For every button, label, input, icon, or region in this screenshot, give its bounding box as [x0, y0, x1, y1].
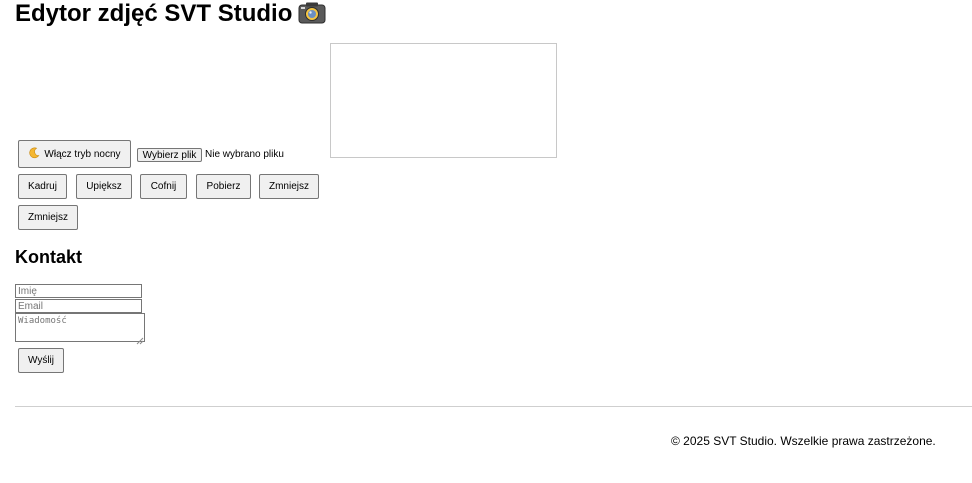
name-input[interactable] [15, 284, 142, 298]
undo-button[interactable]: Cofnij [140, 174, 187, 199]
crop-button[interactable]: Kadruj [18, 174, 67, 199]
page-title: Edytor zdjęć SVT Studio [15, 0, 326, 31]
camera-icon [298, 2, 326, 31]
night-mode-label: Włącz tryb nocny [44, 148, 121, 160]
shrink-button[interactable]: Zmniejsz [259, 174, 319, 199]
footer-copyright: © 2025 SVT Studio. Wszelkie prawa zastrz… [671, 434, 936, 448]
submit-button[interactable]: Wyślij [18, 348, 64, 373]
footer-divider [15, 406, 972, 407]
message-textarea[interactable] [15, 313, 145, 342]
beautify-button[interactable]: Upiększ [76, 174, 132, 199]
moon-icon [28, 147, 40, 162]
choose-file-button[interactable]: Wybierz plik [137, 148, 202, 162]
image-canvas[interactable] [330, 43, 557, 158]
file-status-text: Nie wybrano pliku [205, 149, 284, 160]
contact-heading: Kontakt [15, 247, 82, 267]
night-mode-button[interactable]: Włącz tryb nocny [18, 140, 131, 168]
resize-handle-icon[interactable] [135, 332, 144, 345]
shrink-button-2[interactable]: Zmniejsz [18, 205, 78, 230]
email-input[interactable] [15, 299, 142, 313]
page-title-text: Edytor zdjęć SVT Studio [15, 0, 293, 27]
download-button[interactable]: Pobierz [196, 174, 251, 199]
